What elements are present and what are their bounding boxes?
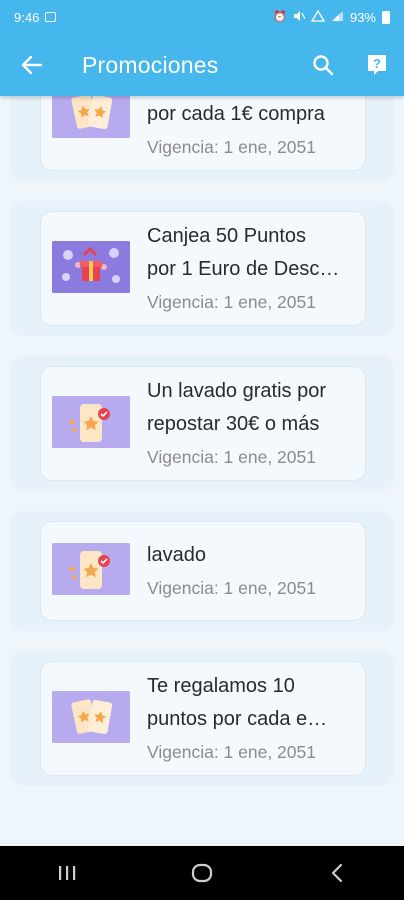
list-item: lavado Vigencia: 1 ene, 2051 (10, 511, 394, 631)
promo-validity: Vigencia: 1 ene, 2051 (147, 292, 316, 312)
signal-icon (331, 10, 344, 25)
promo-title: Te regalamos 10 puntos por cada e… (147, 675, 328, 730)
system-back-button[interactable] (297, 846, 377, 900)
home-button[interactable] (162, 846, 242, 900)
tickets-icon (52, 96, 130, 138)
list-item: Un lavado gratis por repostar 30€ o más … (10, 356, 394, 491)
back-chevron-icon (331, 863, 342, 883)
page-title: Promociones (82, 51, 219, 78)
promo-card[interactable]: Suma 10 Puntos por cada 1€ compra Vigenc… (40, 96, 366, 171)
arrow-left-icon (21, 55, 43, 75)
back-button[interactable] (0, 34, 64, 96)
promo-validity: Vigencia: 1 ene, 2051 (147, 742, 316, 762)
promo-validity: Vigencia: 1 ene, 2051 (147, 137, 316, 157)
search-button[interactable] (296, 34, 350, 96)
promotions-list[interactable]: Suma 10 Puntos por cada 1€ compra Vigenc… (0, 96, 404, 846)
help-icon: ? (368, 55, 386, 75)
promo-image (52, 543, 130, 595)
promo-validity: Vigencia: 1 ene, 2051 (147, 578, 316, 598)
gift-icon (52, 240, 130, 293)
promo-title: Canjea 50 Puntos por 1 Euro de Desc… (147, 225, 340, 280)
recents-icon (59, 866, 76, 880)
status-time: 9:46 (14, 9, 40, 25)
promo-card[interactable]: Canjea 50 Puntos por 1 Euro de Desc… Vig… (40, 211, 366, 326)
gallery-notification-icon (45, 12, 57, 22)
battery-icon (382, 10, 390, 24)
mute-icon (293, 10, 306, 25)
search-icon (313, 55, 334, 76)
phone-coupon-icon (52, 395, 130, 448)
promo-card[interactable]: Un lavado gratis por repostar 30€ o más … (40, 366, 366, 481)
promo-title: lavado (147, 544, 206, 566)
recents-button[interactable] (27, 846, 107, 900)
status-bar: 9:46 ⏰ 93% (0, 0, 404, 34)
home-icon (191, 863, 213, 883)
battery-percent: 93% (349, 9, 376, 25)
promo-card[interactable]: lavado Vigencia: 1 ene, 2051 (40, 521, 366, 621)
promo-image (52, 240, 130, 293)
volte-icon (310, 9, 326, 25)
alarm-icon: ⏰ (273, 10, 287, 23)
phone-coupon-icon (52, 543, 130, 595)
list-item: Te regalamos 10 puntos por cada e… Vigen… (10, 651, 394, 786)
promo-image (52, 395, 130, 448)
svg-text:?: ? (373, 56, 381, 71)
promo-image (52, 690, 130, 743)
promo-validity: Vigencia: 1 ene, 2051 (147, 447, 316, 467)
promo-title: Un lavado gratis por repostar 30€ o más (147, 380, 326, 435)
list-item: Canjea 50 Puntos por 1 Euro de Desc… Vig… (10, 201, 394, 336)
system-nav-bar (0, 846, 404, 900)
app-bar: Promociones ? (0, 34, 404, 96)
promo-card[interactable]: Te regalamos 10 puntos por cada e… Vigen… (40, 661, 366, 776)
tickets-icon (52, 690, 130, 743)
help-button[interactable]: ? (350, 34, 404, 96)
promo-title: Suma 10 Puntos por cada 1€ compra (147, 103, 325, 125)
list-item: Suma 10 Puntos por cada 1€ compra Vigenc… (10, 96, 394, 181)
promo-image (52, 96, 130, 138)
